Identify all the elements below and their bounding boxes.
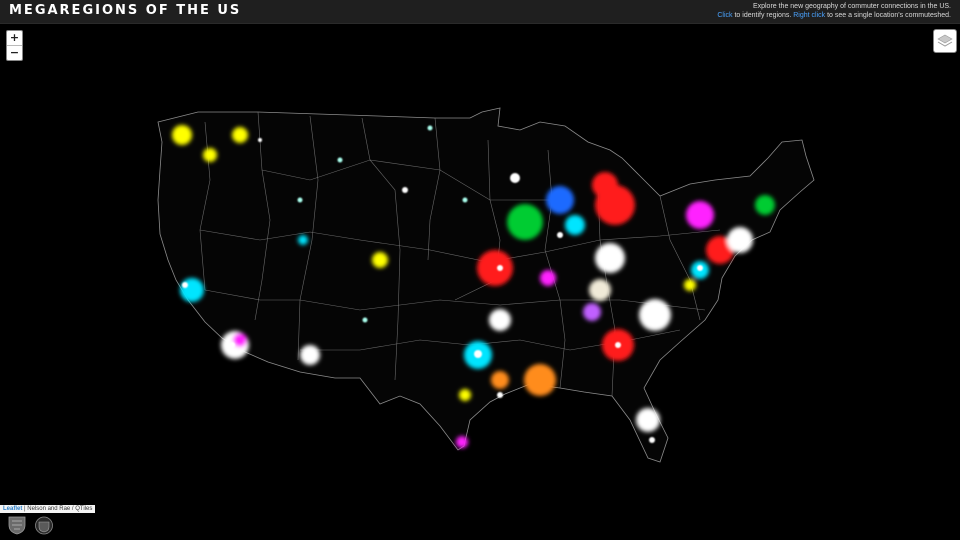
instructions-line-2: Click to identify regions. Right click t… — [717, 11, 951, 20]
click-hint: Click — [717, 12, 733, 19]
region-glow — [489, 309, 511, 331]
zoom-control: + − — [6, 30, 23, 61]
city-hotspot — [462, 197, 468, 203]
region-glow — [686, 201, 714, 229]
city-hotspot — [297, 197, 303, 203]
region-glow — [592, 172, 618, 198]
region-glow — [180, 278, 204, 302]
region-glow — [232, 127, 248, 143]
region-glow — [203, 148, 217, 162]
region-glow — [636, 408, 660, 432]
map-canvas[interactable] — [0, 24, 960, 540]
city-hotspot — [182, 282, 188, 288]
region-glow — [639, 299, 671, 331]
right-click-hint-text: to see a single location's commuteshed. — [825, 12, 951, 19]
city-hotspot — [497, 265, 503, 271]
zoom-in-button[interactable]: + — [7, 31, 22, 45]
region-glow — [589, 279, 611, 301]
leaflet-link[interactable]: Leaflet — [3, 506, 22, 512]
region-glow — [583, 303, 601, 321]
click-hint-text: to identify regions. — [732, 12, 794, 19]
layers-button[interactable] — [933, 29, 957, 53]
region-glow — [540, 270, 556, 286]
city-hotspot — [258, 138, 262, 142]
instructions: Explore the new geography of commuter co… — [717, 2, 951, 20]
region-glow — [298, 235, 308, 245]
region-glow — [565, 215, 585, 235]
city-hotspot — [649, 437, 655, 443]
instructions-line-1: Explore the new geography of commuter co… — [752, 3, 951, 10]
city-hotspot — [229, 342, 235, 348]
region-glow — [524, 364, 556, 396]
page-title: MEGAREGIONS OF THE US — [9, 3, 242, 18]
region-glow — [477, 250, 513, 286]
zoom-out-button[interactable]: − — [7, 45, 22, 60]
university-crest-icon — [35, 516, 53, 535]
region-glow — [755, 195, 775, 215]
city-hotspot — [497, 392, 503, 398]
region-glow — [507, 204, 543, 240]
city-hotspot — [362, 317, 368, 323]
header-bar: MEGAREGIONS OF THE US Explore the new ge… — [0, 0, 960, 24]
city-hotspot — [608, 254, 616, 262]
region-glow — [684, 279, 696, 291]
region-glow — [491, 371, 509, 389]
region-glow — [372, 252, 388, 268]
city-hotspot — [337, 157, 343, 163]
layers-icon — [937, 34, 953, 47]
city-hotspot — [557, 232, 563, 238]
region-glow — [300, 345, 320, 365]
city-hotspot — [697, 265, 703, 271]
attribution-credits: | Nelson and Rae / QTiles — [22, 506, 93, 512]
attribution: Leaflet | Nelson and Rae / QTiles — [0, 505, 96, 513]
city-hotspot — [736, 238, 744, 246]
region-glow — [546, 186, 574, 214]
region-glow — [172, 125, 192, 145]
city-hotspot — [474, 350, 482, 358]
university-shield-icon — [8, 516, 26, 535]
region-glow — [459, 389, 471, 401]
right-click-hint: Right click — [793, 12, 826, 19]
city-hotspot — [402, 187, 408, 193]
region-glow — [233, 333, 247, 347]
city-hotspot — [510, 173, 520, 183]
city-hotspot — [615, 342, 621, 348]
region-glow — [456, 436, 468, 448]
city-hotspot — [427, 125, 433, 131]
